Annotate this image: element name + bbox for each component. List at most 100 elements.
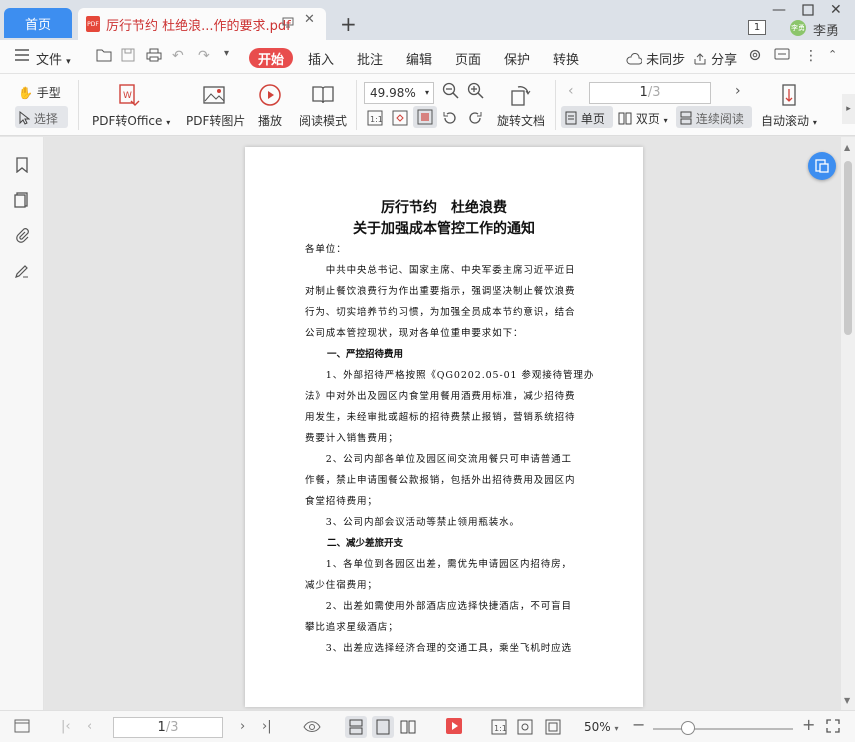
- prev-page-icon[interactable]: ‹: [568, 83, 574, 99]
- signature-icon[interactable]: [14, 263, 30, 279]
- menu-tab-start[interactable]: 开始: [249, 48, 293, 68]
- svg-text:1:1: 1:1: [370, 115, 383, 124]
- first-page-icon[interactable]: |‹: [61, 719, 71, 734]
- avatar[interactable]: 李勇: [790, 20, 806, 36]
- double-page-button[interactable]: 双页 ▾: [618, 110, 668, 127]
- sync-status[interactable]: 未同步: [626, 49, 685, 68]
- prev-page-status-icon[interactable]: ‹: [87, 719, 92, 734]
- divider: [555, 80, 556, 130]
- comment-icon[interactable]: [774, 48, 790, 66]
- save-icon[interactable]: [121, 48, 135, 66]
- doc-line: 3、公司内部会议活动等禁止领用瓶装水。: [305, 517, 520, 528]
- minimize-icon[interactable]: —: [772, 2, 786, 18]
- share-button[interactable]: 分享: [693, 49, 737, 68]
- doc-line: 用发生，未经审批或超标的招待费禁止报销，营销系统招待: [305, 412, 576, 423]
- menu-file[interactable]: 文件 ▾: [36, 49, 71, 68]
- share-icon: [694, 53, 706, 65]
- doc-line: 行为、切实培养节约习惯，为加强全员成本节约意识，结合: [305, 307, 576, 318]
- select-tool[interactable]: 选择: [18, 110, 58, 127]
- next-page-status-icon[interactable]: ›: [240, 719, 245, 734]
- page-number-input[interactable]: 1/3: [589, 82, 711, 104]
- ribbon-scroll-right-icon[interactable]: ▸: [842, 94, 855, 124]
- svg-text:1:1: 1:1: [494, 724, 507, 733]
- menu-tab-protect[interactable]: 保护: [504, 49, 530, 68]
- vertical-scrollbar[interactable]: ▲ ▼: [841, 137, 855, 710]
- zoom-in-icon[interactable]: [467, 82, 485, 103]
- menu-tab-page[interactable]: 页面: [455, 49, 481, 68]
- actual-size-icon[interactable]: 1:1: [367, 110, 383, 129]
- monitor-icon[interactable]: [282, 16, 294, 32]
- tab-home[interactable]: 首页: [4, 8, 72, 38]
- collapse-ribbon-icon[interactable]: ⌃: [828, 48, 837, 61]
- fit-page-icon[interactable]: [392, 110, 408, 129]
- rotate-right-icon[interactable]: [467, 110, 483, 129]
- menu-tab-annotate[interactable]: 批注: [357, 49, 383, 68]
- fit-width-status-icon[interactable]: [545, 719, 561, 739]
- status-page-input[interactable]: 1/3: [113, 717, 223, 738]
- zoom-slider-knob[interactable]: [681, 721, 695, 735]
- rotate-left-icon[interactable]: [442, 110, 458, 129]
- thumbnail-icon[interactable]: [14, 192, 30, 208]
- status-bar: |‹ ‹ 1/3 › ›| 1:1 50% ▾ − +: [0, 710, 855, 742]
- menu-tab-insert[interactable]: 插入: [308, 49, 334, 68]
- single-view-button[interactable]: [372, 716, 394, 738]
- fit-page-status-icon[interactable]: [517, 719, 533, 739]
- tab-document[interactable]: PDF 厉行节约 杜绝浪...作的要求.pdf ✕: [78, 8, 326, 40]
- close-window-icon[interactable]: ✕: [830, 2, 842, 18]
- autoscroll-icon: [782, 84, 796, 106]
- continuous-read-label: 连续阅读: [680, 110, 744, 127]
- double-view-icon[interactable]: [400, 719, 416, 739]
- hamburger-icon[interactable]: [14, 48, 30, 66]
- eye-icon[interactable]: [303, 719, 321, 737]
- play-icon: [259, 84, 281, 106]
- attachment-icon[interactable]: [14, 227, 30, 243]
- zoom-out-icon[interactable]: [442, 82, 460, 103]
- document-page[interactable]: 厉行节约 杜绝浪费 关于加强成本管控工作的通知 各单位： 中共中央总书记、国家主…: [245, 147, 643, 707]
- sidebar-toggle-icon[interactable]: [14, 719, 30, 737]
- open-folder-icon[interactable]: [96, 48, 112, 66]
- document-workspace[interactable]: 厉行节约 杜绝浪费 关于加强成本管控工作的通知 各单位： 中共中央总书记、国家主…: [45, 137, 841, 710]
- window-count-badge[interactable]: 1: [748, 20, 766, 35]
- print-icon[interactable]: [146, 48, 162, 66]
- quick-access-chevron-icon[interactable]: ▾: [224, 48, 229, 59]
- zoom-level-select[interactable]: 50% ▾: [584, 720, 619, 734]
- new-tab-icon[interactable]: +: [340, 12, 357, 36]
- fullscreen-icon[interactable]: [826, 719, 840, 737]
- zoom-out-status-icon[interactable]: −: [632, 715, 645, 734]
- hand-tool[interactable]: ✋ 手型: [18, 84, 61, 101]
- single-page-icon: [565, 111, 577, 125]
- zoom-in-status-icon[interactable]: +: [802, 715, 815, 734]
- floating-tool-button[interactable]: [808, 152, 836, 180]
- doc-line: 对制止餐饮浪费行为作出重要指示，强调坚决制止餐饮浪费: [305, 286, 576, 297]
- menu-tab-convert[interactable]: 转换: [553, 49, 579, 68]
- hand-icon: ✋: [18, 86, 33, 100]
- zoom-select[interactable]: 49.98% ▾: [364, 82, 434, 104]
- continuous-view-button[interactable]: [345, 716, 367, 738]
- last-page-icon[interactable]: ›|: [262, 719, 272, 734]
- doc-line: 2、出差如需使用外部酒店应选择快捷酒店，不可盲目: [305, 601, 572, 612]
- doc-heading: 一、严控招待费用: [327, 349, 404, 360]
- undo-icon[interactable]: ↶: [172, 48, 184, 64]
- maximize-icon[interactable]: [802, 0, 814, 20]
- ribbon-toolbar: ✋ 手型 选择 W PDF转Office ▾ PDF转图片 播放 阅读模式 49…: [0, 74, 855, 136]
- close-tab-icon[interactable]: ✕: [304, 12, 315, 27]
- more-icon[interactable]: ⋮: [804, 48, 818, 64]
- actual-size-status-icon[interactable]: 1:1: [491, 719, 507, 739]
- gear-icon[interactable]: [748, 48, 762, 66]
- scroll-thumb[interactable]: [844, 161, 852, 335]
- next-page-icon[interactable]: ›: [735, 83, 741, 99]
- bookmark-icon[interactable]: [14, 157, 30, 173]
- redo-icon[interactable]: ↷: [198, 48, 210, 64]
- play-status-icon[interactable]: [445, 717, 463, 739]
- user-name[interactable]: 李勇: [813, 20, 839, 39]
- doc-line: 减少住宿费用；: [305, 580, 378, 591]
- fit-width-button[interactable]: [413, 106, 437, 128]
- doc-line: 3、出差应选择经济合理的交通工具，乘坐飞机时应选: [305, 643, 572, 654]
- menu-tab-edit[interactable]: 编辑: [406, 49, 432, 68]
- title-bar: 首页 PDF 厉行节约 杜绝浪...作的要求.pdf ✕ + — ✕ 1 李勇 …: [0, 0, 855, 40]
- scroll-down-icon[interactable]: ▼: [844, 696, 850, 705]
- zoom-slider-track[interactable]: [653, 728, 793, 730]
- scroll-up-icon[interactable]: ▲: [844, 143, 850, 152]
- tab-document-label: 厉行节约 杜绝浪...作的要求.pdf: [106, 18, 291, 34]
- divider: [78, 80, 79, 130]
